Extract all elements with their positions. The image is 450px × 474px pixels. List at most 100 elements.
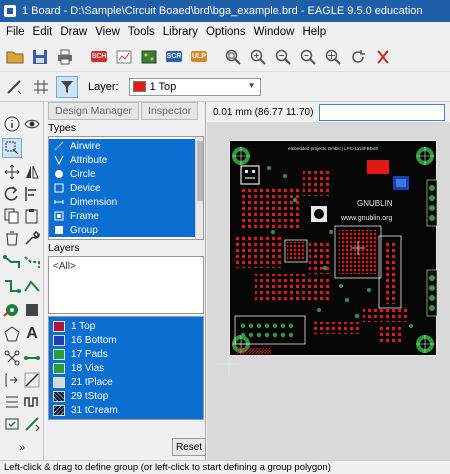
list-item[interactable]: Frame bbox=[49, 209, 203, 223]
wrench-icon[interactable] bbox=[22, 228, 42, 248]
drc-icon[interactable] bbox=[2, 414, 22, 434]
frame-icon bbox=[53, 211, 64, 222]
circle-icon bbox=[53, 169, 64, 180]
chevron-double-down-icon[interactable]: » bbox=[12, 438, 32, 458]
menu-help[interactable]: Help bbox=[298, 26, 330, 38]
smd-icon[interactable] bbox=[22, 300, 42, 320]
copy-icon[interactable] bbox=[2, 206, 22, 226]
info-icon[interactable] bbox=[2, 114, 22, 134]
via-icon[interactable] bbox=[2, 300, 22, 320]
list-item[interactable]: 31 tCream bbox=[49, 403, 203, 417]
attribute-icon bbox=[53, 155, 64, 166]
list-item[interactable]: Device bbox=[49, 181, 203, 195]
board-icon[interactable] bbox=[138, 46, 160, 68]
delete-icon[interactable] bbox=[2, 228, 22, 248]
rotate-icon[interactable] bbox=[2, 184, 22, 204]
list-item[interactable]: 18 Vias bbox=[49, 361, 203, 375]
text-icon[interactable]: A bbox=[22, 324, 42, 344]
zoom-in-icon[interactable] bbox=[247, 46, 269, 68]
list-item[interactable]: 21 tPlace bbox=[49, 375, 203, 389]
autorouter-icon[interactable] bbox=[2, 276, 22, 296]
scr-icon[interactable]: SCR bbox=[163, 46, 185, 68]
menu-file[interactable]: File bbox=[2, 26, 29, 38]
menu-view[interactable]: View bbox=[91, 26, 124, 38]
list-item[interactable]: 16 Bottom bbox=[49, 333, 203, 347]
zoom-area-icon[interactable] bbox=[322, 46, 344, 68]
menu-draw[interactable]: Draw bbox=[56, 26, 91, 38]
open-icon[interactable] bbox=[4, 46, 26, 68]
show-icon[interactable] bbox=[22, 114, 42, 134]
signal-icon[interactable] bbox=[2, 348, 22, 368]
scrollbar-thumb[interactable] bbox=[197, 141, 203, 201]
wire-icon[interactable] bbox=[22, 348, 42, 368]
list-item[interactable]: 17 Pads bbox=[49, 347, 203, 361]
menu-library[interactable]: Library bbox=[159, 26, 202, 38]
command-line-input[interactable] bbox=[319, 103, 445, 121]
meander-icon[interactable] bbox=[22, 392, 42, 412]
main-toolbar: SCH SCR ULP bbox=[0, 42, 450, 72]
mirror-icon[interactable] bbox=[22, 162, 42, 182]
cam-icon[interactable] bbox=[113, 46, 135, 68]
errors-icon[interactable] bbox=[22, 414, 42, 434]
line-draw-icon[interactable] bbox=[22, 370, 42, 390]
pcb-board[interactable]: embedded projects GmbH | LPC-1114FBD48 G… bbox=[229, 140, 438, 356]
sch-icon[interactable]: SCH bbox=[88, 46, 110, 68]
layer-select[interactable]: 1 Top ▼ bbox=[128, 77, 261, 96]
route-icon[interactable] bbox=[2, 252, 22, 272]
coordinate-display: 0.01 mm (86.77 11.70) bbox=[213, 106, 314, 118]
panel-tabs: Design Manager Inspector bbox=[48, 102, 199, 120]
redraw-icon[interactable] bbox=[347, 46, 369, 68]
align-icon[interactable] bbox=[22, 184, 42, 204]
tab-design-manager[interactable]: Design Manager bbox=[48, 102, 140, 120]
list-item[interactable]: Dimension bbox=[49, 195, 203, 209]
board-canvas[interactable]: embedded projects GmbH | LPC-1114FBD48 G… bbox=[207, 122, 450, 460]
split-icon[interactable] bbox=[2, 370, 22, 390]
list-item[interactable]: Group bbox=[49, 223, 203, 237]
optimize-icon[interactable] bbox=[22, 276, 42, 296]
zoom-out-icon[interactable] bbox=[272, 46, 294, 68]
menu-window[interactable]: Window bbox=[250, 26, 299, 38]
list-item[interactable]: Attribute bbox=[49, 153, 203, 167]
layer-swatch bbox=[53, 320, 65, 332]
grid-icon[interactable] bbox=[30, 76, 52, 98]
save-icon[interactable] bbox=[29, 46, 51, 68]
types-list[interactable]: Airwire Attribute Circle Device Dimensio… bbox=[48, 136, 204, 240]
filter-icon[interactable] bbox=[56, 75, 78, 98]
zoom-select-icon[interactable] bbox=[297, 46, 319, 68]
layers-list[interactable]: 1 Top 16 Bottom 17 Pads 18 Vias 21 tPlac… bbox=[48, 316, 204, 420]
menu-options[interactable]: Options bbox=[202, 26, 250, 38]
menu-tools[interactable]: Tools bbox=[124, 26, 159, 38]
menu-edit[interactable]: Edit bbox=[29, 26, 57, 38]
stop-icon[interactable] bbox=[372, 46, 394, 68]
ulp-icon[interactable]: ULP bbox=[188, 46, 210, 68]
title-bar: 1 Board - D:\Sample\Circuit Boaed\brd\bg… bbox=[0, 0, 450, 22]
group-select-icon[interactable] bbox=[2, 138, 22, 158]
pcb-artwork: embedded projects GmbH | LPC-1114FBD48 G… bbox=[229, 140, 438, 356]
list-item[interactable]: 29 tStop bbox=[49, 389, 203, 403]
layers-all-list[interactable]: <All> bbox=[48, 256, 204, 314]
zoom-fit-icon[interactable] bbox=[222, 46, 244, 68]
layers-label: Layers bbox=[48, 242, 80, 254]
toolbar-separator bbox=[213, 46, 219, 68]
tool-palette: A » bbox=[0, 102, 44, 460]
list-item[interactable]: <All> bbox=[49, 257, 203, 272]
types-scrollbar[interactable] bbox=[195, 137, 203, 239]
list-item[interactable]: Airwire bbox=[49, 139, 203, 153]
ripup-icon[interactable] bbox=[22, 252, 42, 272]
wire-style-icon[interactable] bbox=[4, 76, 26, 98]
list-item[interactable]: Circle bbox=[49, 167, 203, 181]
arc-icon[interactable] bbox=[2, 392, 22, 412]
layer-select-value: 1 Top bbox=[149, 80, 177, 93]
polygon-icon[interactable] bbox=[2, 324, 22, 344]
status-bar: Left-click & drag to define group (or le… bbox=[0, 460, 450, 474]
airwire-icon bbox=[53, 141, 64, 152]
list-item[interactable]: 1 Top bbox=[49, 319, 203, 333]
tab-inspector[interactable]: Inspector bbox=[141, 102, 199, 120]
layer-swatch bbox=[53, 404, 65, 416]
reset-button[interactable]: Reset bbox=[172, 438, 206, 456]
paste-icon[interactable] bbox=[22, 206, 42, 226]
window-title: 1 Board - D:\Sample\Circuit Boaed\brd\bg… bbox=[22, 5, 423, 17]
move-icon[interactable] bbox=[2, 162, 22, 182]
eagle-app-icon bbox=[4, 5, 16, 17]
print-icon[interactable] bbox=[54, 46, 76, 68]
